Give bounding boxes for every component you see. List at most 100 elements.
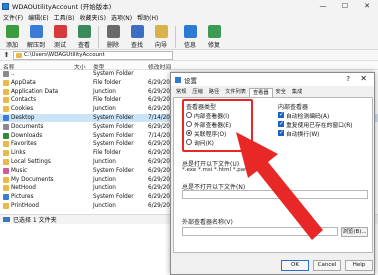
tab-5[interactable]: 安全 xyxy=(273,88,289,97)
file-type: Junction xyxy=(93,159,116,165)
internal-option-2[interactable]: 自动换行(W) xyxy=(278,129,320,138)
help-button[interactable]: Help xyxy=(345,260,373,271)
external-viewer-field[interactable] xyxy=(182,227,338,236)
file-type: Junction xyxy=(93,176,116,183)
radio-button[interactable] xyxy=(186,130,192,136)
checkbox[interactable] xyxy=(278,129,284,136)
internal-option-0[interactable]: 自动检测编码(A) xyxy=(278,111,330,120)
checkbox[interactable] xyxy=(278,111,284,118)
dialog-tabs: 常规 压缩 路径 文件列表 查看器 安全 集成 xyxy=(173,88,373,97)
toolbar-icon xyxy=(154,25,168,38)
menu-bar: 文件(F) 编辑(E) 工具(B) 收藏夹(S) 选项(N) 帮助(H) xyxy=(0,12,378,23)
dialog-close-icon[interactable]: ✕ xyxy=(360,74,367,83)
toolbar-icon xyxy=(183,25,197,38)
tab-3[interactable]: 文件列表 xyxy=(222,88,249,97)
toolbar-button-5[interactable]: 查找 xyxy=(125,23,149,50)
maximize-button[interactable]: ☐ xyxy=(334,0,356,12)
file-type: Junction xyxy=(93,106,116,113)
file-name: NetHood xyxy=(11,185,36,192)
menu-help[interactable]: 帮助(H) xyxy=(137,13,158,22)
toolbar-icon xyxy=(5,25,19,38)
menu-edit[interactable]: 编辑(E) xyxy=(28,13,48,22)
toolbar-button-8[interactable]: 修复 xyxy=(202,23,226,50)
viewer-option-1[interactable]: 外部查看器(E) xyxy=(186,120,232,129)
folder-icon xyxy=(3,176,9,183)
checkbox-label: 重复使用已存在的窗口(R) xyxy=(286,122,353,129)
tab-0[interactable]: 常规 xyxy=(173,88,189,97)
folder-icon xyxy=(3,141,9,148)
title-bar: WDAOUtilityAccount (开始版本) — ☐ ✕ xyxy=(0,0,378,12)
tab-2[interactable]: 路径 xyxy=(206,88,222,97)
file-name: Application Data xyxy=(11,88,59,95)
folder-icon xyxy=(3,106,9,113)
toolbar-button-2[interactable]: 测试 xyxy=(48,23,72,50)
internal-option-1[interactable]: 重复使用已存在的窗口(R) xyxy=(278,120,353,129)
status-text: 已选择 1 文件夹 xyxy=(13,217,57,224)
folder-icon xyxy=(3,150,9,157)
checkbox-label: 自动检测编码(A) xyxy=(286,113,330,120)
file-type: System Folder xyxy=(93,123,134,130)
viewer-option-2[interactable]: 关联程序(O) xyxy=(186,129,226,138)
toolbar-button-0[interactable]: 添加 xyxy=(0,23,24,50)
radio-label: 内部查看器(I) xyxy=(194,113,230,120)
file-name: PrintHood xyxy=(11,203,39,209)
toolbar-icon xyxy=(29,25,43,38)
toolbar-label: 解压到 xyxy=(26,42,45,49)
window-controls: — ☐ ✕ xyxy=(312,0,378,12)
never-open-field[interactable] xyxy=(182,190,368,199)
cancel-button[interactable]: Cancel xyxy=(313,260,341,271)
toolbar-label: 删除 xyxy=(106,42,119,49)
file-name: Cookies xyxy=(11,106,34,113)
file-name: Downloads xyxy=(11,132,43,139)
radio-button[interactable] xyxy=(186,121,192,127)
menu-file[interactable]: 文件(F) xyxy=(3,13,23,22)
radio-button[interactable] xyxy=(186,139,192,145)
external-viewer-label: 外部查看器名称(V) xyxy=(182,219,233,226)
folder-icon xyxy=(3,159,9,165)
menu-tools[interactable]: 工具(B) xyxy=(54,13,75,22)
toolbar-button-1[interactable]: 解压到 xyxy=(24,23,48,50)
radio-label: 外部查看器(E) xyxy=(194,122,232,129)
toolbar-button-3[interactable]: 查看 xyxy=(72,23,96,50)
file-name: Desktop xyxy=(11,115,35,121)
toolbar-separator xyxy=(98,26,99,48)
toolbar-label: 添加 xyxy=(5,42,18,49)
browse-button[interactable]: 浏览(B)... xyxy=(341,227,368,237)
address-field[interactable]: C:\Users\WDAGUtilityAccount xyxy=(13,50,173,60)
settings-dialog: 设置 ? ✕ 常规 压缩 路径 文件列表 查看器 安全 集成 查看器类型 内部查看器(I) 外… xyxy=(170,72,375,275)
toolbar-label: 查找 xyxy=(130,42,143,49)
checkbox-label: 自动换行(W) xyxy=(286,131,320,138)
toolbar-button-4[interactable]: 删除 xyxy=(101,23,125,50)
toolbar-separator xyxy=(175,26,176,48)
close-button[interactable]: ✕ xyxy=(356,0,378,12)
toolbar-icon xyxy=(53,25,67,38)
address-path: C:\Users\WDAGUtilityAccount xyxy=(24,52,105,58)
folder-icon xyxy=(16,52,22,58)
toolbar-button-6[interactable]: 向导 xyxy=(149,23,173,50)
help-icon[interactable]: ? xyxy=(346,75,350,83)
folder-icon xyxy=(3,71,9,77)
minimize-button[interactable]: — xyxy=(312,0,334,12)
file-type: System Folder xyxy=(93,115,134,121)
radio-button[interactable] xyxy=(186,112,192,118)
tab-6[interactable]: 集成 xyxy=(289,88,305,97)
open-always-value[interactable]: *.exe *.msi *.html *.part*.rar xyxy=(182,167,261,173)
file-name: Favorites xyxy=(11,141,37,148)
toolbar-button-7[interactable]: 信息 xyxy=(178,23,202,50)
folder-icon xyxy=(3,88,9,95)
tab-1[interactable]: 压缩 xyxy=(189,88,205,97)
viewer-option-3[interactable]: 询问(K) xyxy=(186,138,214,147)
up-folder-icon[interactable]: ⬆ xyxy=(2,51,11,60)
checkbox[interactable] xyxy=(278,120,284,127)
viewer-option-0[interactable]: 内部查看器(I) xyxy=(186,111,230,120)
folder-icon xyxy=(3,203,9,209)
menu-favorites[interactable]: 收藏夹(S) xyxy=(79,13,106,22)
ok-button[interactable]: OK xyxy=(281,260,309,271)
folder-icon xyxy=(3,115,9,121)
menu-options[interactable]: 选项(N) xyxy=(111,13,132,22)
file-name: Documents xyxy=(11,123,44,130)
toolbar-icon xyxy=(130,25,144,38)
file-type: System Folder xyxy=(93,167,134,174)
toolbar-icon xyxy=(77,25,91,38)
tab-4[interactable]: 查看器 xyxy=(248,88,273,97)
